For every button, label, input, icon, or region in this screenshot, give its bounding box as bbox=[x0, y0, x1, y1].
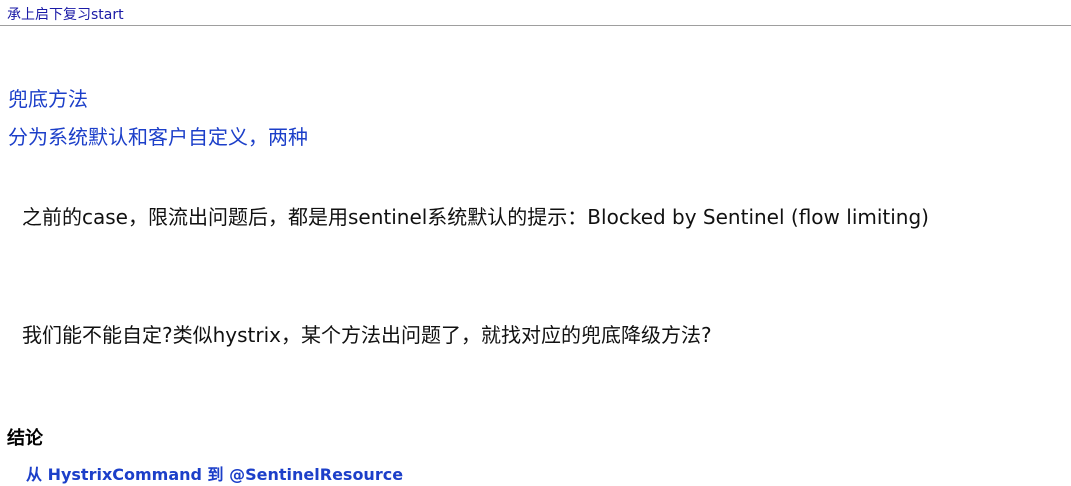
paragraph-custom-question: 我们能不能自定?类似hystrix，某个方法出问题了，就找对应的兜底降级方法? bbox=[22, 323, 712, 347]
conclusion-text: 从 HystrixCommand 到 @SentinelResource bbox=[26, 465, 404, 484]
paragraph-default-tip: 之前的case，限流出问题后，都是用sentinel系统默认的提示：Blocke… bbox=[22, 205, 929, 229]
conclusion-heading: 结论 bbox=[7, 428, 43, 449]
review-link[interactable]: 承上启下复习start bbox=[7, 4, 124, 24]
horizontal-divider bbox=[0, 25, 1071, 26]
section-title: 兜底方法 bbox=[8, 87, 88, 111]
section-subtitle: 分为系统默认和客户自定义，两种 bbox=[8, 125, 308, 149]
